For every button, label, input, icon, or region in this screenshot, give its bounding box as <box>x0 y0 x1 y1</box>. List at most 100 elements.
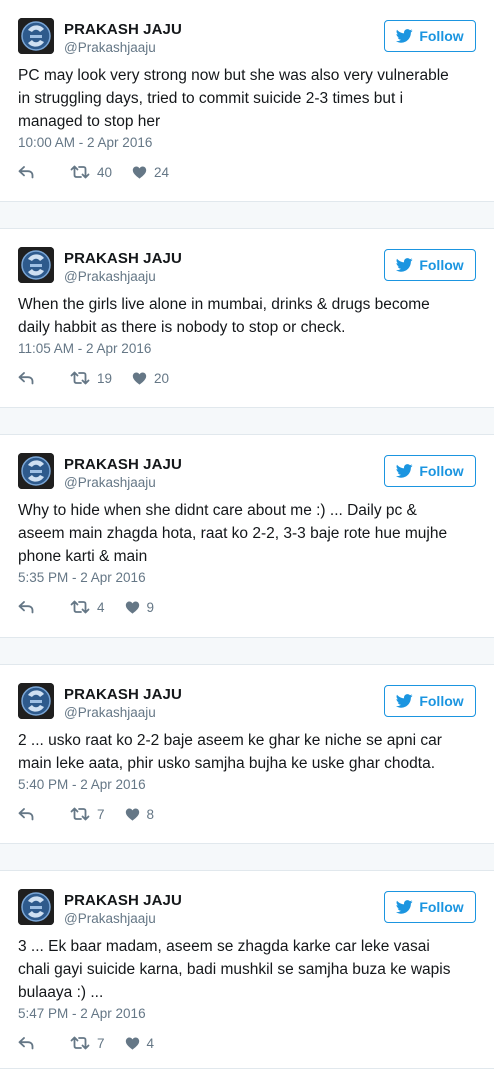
reply-arrow-icon <box>18 165 34 179</box>
reply-arrow-icon <box>18 807 34 821</box>
retweet-button[interactable]: 7 <box>70 807 105 822</box>
tweet-text-line: When the girls live alone in mumbai, dri… <box>18 296 430 313</box>
reply-button[interactable] <box>18 807 34 821</box>
tweet-card: PRAKASH JAJU @Prakashjaaju Follow When the … <box>0 228 494 408</box>
follow-button[interactable]: Follow <box>384 891 476 923</box>
follow-label: Follow <box>419 28 464 44</box>
follow-button[interactable]: Follow <box>384 455 476 487</box>
tweet-text-line: chali gayi suicide karna, badi mushkil s… <box>18 961 451 978</box>
follow-label: Follow <box>419 693 464 709</box>
tweet-timestamp[interactable]: 10:00 AM - 2 Apr 2016 <box>18 135 152 150</box>
retweet-count: 19 <box>97 370 113 386</box>
avatar[interactable] <box>18 18 54 54</box>
twitter-bird-icon <box>396 29 413 43</box>
avatar[interactable] <box>18 247 54 283</box>
tweet-timestamp[interactable]: 5:40 PM - 2 Apr 2016 <box>18 777 146 792</box>
heart-icon <box>125 808 140 821</box>
author-name[interactable]: PRAKASH JAJU <box>64 250 182 267</box>
tweet-text-line: Why to hide when she didnt care about me… <box>18 502 417 519</box>
retweet-button[interactable]: 7 <box>70 1036 105 1051</box>
reply-button[interactable] <box>18 1036 34 1050</box>
tweet-text-line: PC may look very strong now but she was … <box>18 67 449 84</box>
author-name[interactable]: PRAKASH JAJU <box>64 456 182 473</box>
tweet-actions: 49 <box>18 599 154 615</box>
author-name[interactable]: PRAKASH JAJU <box>64 892 182 909</box>
retweet-count: 4 <box>97 599 105 615</box>
tweet-actions: 40 24 <box>18 164 169 180</box>
twitter-bird-icon <box>396 258 413 272</box>
like-button[interactable]: 8 <box>125 806 155 822</box>
reply-button[interactable] <box>18 165 34 179</box>
reply-arrow-icon <box>18 1036 34 1050</box>
tweet-text-line: phone karti & main <box>18 548 148 565</box>
retweet-button[interactable]: 4 <box>70 600 105 615</box>
like-count: 20 <box>154 370 170 386</box>
retweet-count: 40 <box>97 164 113 180</box>
like-count: 4 <box>146 1035 155 1051</box>
retweet-button[interactable]: 40 <box>70 165 112 180</box>
reply-button[interactable] <box>18 600 34 614</box>
retweet-icon <box>70 1036 90 1050</box>
tweet-actions: 78 <box>18 806 154 822</box>
retweet-button[interactable]: 19 <box>70 371 112 386</box>
tweet-card: PRAKASH JAJU @Prakashjaaju Follow Why to hi… <box>0 434 494 638</box>
tweet-text-line: main leke aata, phir usko samjha bujha k… <box>18 755 436 772</box>
follow-button[interactable]: Follow <box>384 685 476 717</box>
author-handle[interactable]: @Prakashjaaju <box>64 269 156 284</box>
tweet-separator <box>0 844 494 870</box>
author-name[interactable]: PRAKASH JAJU <box>64 21 182 38</box>
like-button[interactable]: 4 <box>125 1035 155 1051</box>
author-handle[interactable]: @Prakashjaaju <box>64 475 156 490</box>
reply-arrow-icon <box>18 600 34 614</box>
tweet-text-line: in struggling days, tried to commit suic… <box>18 90 404 107</box>
reply-button[interactable] <box>18 371 34 385</box>
tweet-timestamp[interactable]: 11:05 AM - 2 Apr 2016 <box>18 341 151 356</box>
follow-button[interactable]: Follow <box>384 249 476 281</box>
heart-icon <box>125 601 140 614</box>
like-count: 8 <box>146 806 155 822</box>
tweet-timestamp[interactable]: 5:35 PM - 2 Apr 2016 <box>18 570 146 585</box>
follow-button[interactable]: Follow <box>384 20 476 52</box>
follow-label: Follow <box>419 899 464 915</box>
author-handle[interactable]: @Prakashjaaju <box>64 911 156 926</box>
tweet-text-line: bulaaya :) ... <box>18 984 104 1001</box>
heart-icon <box>125 1037 140 1050</box>
retweet-count: 7 <box>97 1035 105 1051</box>
author-handle[interactable]: @Prakashjaaju <box>64 40 156 55</box>
tweet-feed: PRAKASH JAJU @Prakashjaaju Follow PC may lo… <box>0 0 494 1069</box>
heart-icon <box>132 166 147 179</box>
retweet-icon <box>70 165 90 179</box>
tweet-card: PRAKASH JAJU @Prakashjaaju Follow 2 ... usk… <box>0 664 494 844</box>
avatar[interactable] <box>18 453 54 489</box>
like-count: 24 <box>154 164 170 180</box>
tweet-actions: 74 <box>18 1035 154 1051</box>
twitter-bird-icon <box>396 464 413 478</box>
tweet-separator <box>0 638 494 664</box>
like-count: 9 <box>146 599 155 615</box>
tweet-card: PRAKASH JAJU @Prakashjaaju Follow PC may lo… <box>0 0 494 202</box>
tweet-timestamp[interactable]: 5:47 PM - 2 Apr 2016 <box>18 1006 146 1021</box>
tweet-text-line: 3 ... Ek baar madam, aseem se zhagda kar… <box>18 938 430 955</box>
avatar[interactable] <box>18 683 54 719</box>
like-button[interactable]: 20 <box>132 371 169 386</box>
follow-label: Follow <box>419 257 464 273</box>
author-handle[interactable]: @Prakashjaaju <box>64 705 156 720</box>
avatar[interactable] <box>18 889 54 925</box>
heart-icon <box>132 372 147 385</box>
like-button[interactable]: 9 <box>125 599 155 615</box>
author-name[interactable]: PRAKASH JAJU <box>64 686 182 703</box>
tweet-text-line: managed to stop her <box>18 113 161 130</box>
retweet-count: 7 <box>97 806 105 822</box>
reply-arrow-icon <box>18 371 34 385</box>
twitter-bird-icon <box>396 900 413 914</box>
follow-label: Follow <box>419 463 464 479</box>
tweet-separator <box>0 408 494 434</box>
retweet-icon <box>70 807 90 821</box>
twitter-bird-icon <box>396 694 413 708</box>
tweet-text-line: 2 ... usko raat ko 2-2 baje aseem ke gha… <box>18 732 442 749</box>
tweet-text-line: aseem main zhagda hota, raat ko 2-2, 3-3… <box>18 525 448 542</box>
tweet-separator <box>0 202 494 228</box>
retweet-icon <box>70 600 90 614</box>
like-button[interactable]: 24 <box>132 165 169 180</box>
tweet-text-line: daily habbit as there is nobody to stop … <box>18 319 346 336</box>
